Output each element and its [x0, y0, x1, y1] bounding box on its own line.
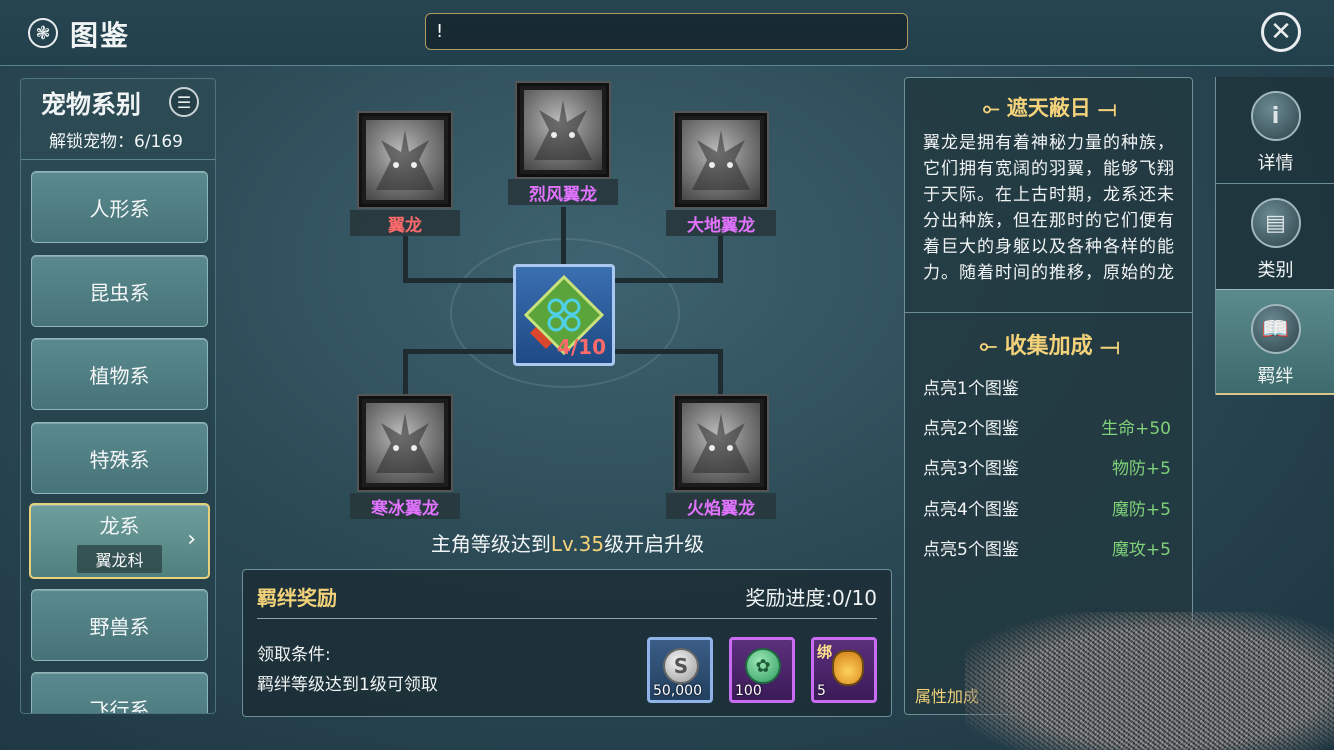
- condition-text: 羁绊等级达到1级可领取: [257, 675, 438, 695]
- pet-name: 火焰翼龙: [666, 493, 776, 519]
- bond-count: 4/10: [556, 335, 606, 359]
- reward-item-potion[interactable]: 绑 5: [811, 637, 877, 703]
- menu-icon: ☰: [176, 92, 192, 112]
- bonus-row: 点亮2个图鉴 生命+50: [923, 419, 1171, 439]
- bonus-row: 点亮5个图鉴 魔攻+5: [923, 540, 1171, 560]
- tab-details[interactable]: i 详情: [1216, 77, 1334, 183]
- pet-card[interactable]: [359, 396, 451, 490]
- pet-name: 寒冰翼龙: [350, 493, 460, 519]
- category-beast[interactable]: 野兽系: [31, 589, 208, 661]
- pet-card[interactable]: [675, 396, 767, 490]
- tab-label: 详情: [1257, 153, 1294, 174]
- bound-tag: 绑: [817, 643, 833, 661]
- chat-input[interactable]: !: [425, 13, 908, 50]
- bonus-row: 点亮4个图鉴 魔防+5: [923, 500, 1171, 520]
- tab-category[interactable]: ▤ 类别: [1216, 184, 1334, 290]
- reward-progress: 奖励进度:0/10: [745, 586, 877, 610]
- category-label: 特殊系: [89, 447, 150, 472]
- category-label: 龙系: [99, 513, 140, 538]
- reward-title: 羁绊奖励: [257, 586, 337, 610]
- sidebar-title: 宠物系别: [41, 90, 142, 119]
- sidebar-menu-button[interactable]: ☰: [169, 87, 199, 117]
- tab-label: 类别: [1257, 260, 1294, 281]
- noise-overlay: [965, 612, 1334, 750]
- category-label: 植物系: [89, 363, 150, 388]
- reward-item-silver[interactable]: S 50,000: [647, 637, 713, 703]
- divider: [21, 159, 215, 160]
- connector-line: [403, 235, 408, 283]
- category-sidebar: 宠物系别 ☰ 解锁宠物：6/169 人形系 昆虫系 植物系 特殊系 龙系 翼龙科…: [20, 78, 216, 714]
- paw-token-icon: ✿: [745, 648, 781, 684]
- category-special[interactable]: 特殊系: [31, 422, 208, 494]
- pet-tree: 翼龙 烈风翼龙 大地翼龙 寒冰翼龙 火焰翼龙 4/10 主角等级达到Lv.35级…: [240, 70, 895, 560]
- open-book-icon: 📖: [1250, 304, 1301, 354]
- dragon-portrait: [682, 120, 760, 200]
- category-label: 昆虫系: [89, 280, 150, 305]
- book-category-icon: ▤: [1250, 198, 1301, 248]
- close-icon: ✕: [1270, 17, 1292, 47]
- connector-line: [718, 235, 723, 283]
- emblem-icon: ❃: [28, 18, 58, 48]
- bonus-title: ⟜ 收集加成 ⟞: [979, 334, 1120, 359]
- connector-line: [718, 349, 723, 397]
- dragon-portrait: [366, 403, 444, 483]
- unlock-tip: 主角等级达到Lv.35级开启升级: [430, 532, 705, 556]
- tab-label: 羁绊: [1257, 366, 1294, 387]
- page-title: 图鉴: [70, 19, 131, 52]
- dragon-portrait: [366, 120, 444, 200]
- category-humanoid[interactable]: 人形系: [31, 171, 208, 243]
- pet-name: 烈风翼龙: [508, 179, 618, 205]
- category-flying[interactable]: 飞行系: [31, 672, 208, 714]
- tab-bond[interactable]: 📖 羁绊: [1216, 289, 1334, 395]
- category-label: 飞行系: [89, 697, 150, 714]
- category-label: 野兽系: [89, 614, 150, 639]
- category-insect[interactable]: 昆虫系: [31, 255, 208, 327]
- item-quantity: 50,000: [653, 683, 702, 699]
- category-plant[interactable]: 植物系: [31, 338, 208, 410]
- pet-card[interactable]: [517, 83, 609, 177]
- pet-title: ⟜ 遮天蔽日 ⟞: [982, 96, 1117, 120]
- pet-description[interactable]: 翼龙是拥有着神秘力量的种族，它们拥有宽阔的羽翼，能够飞翔于天际。在上古时期，龙系…: [923, 130, 1179, 300]
- chevron-right-icon: ›: [187, 527, 196, 552]
- dragon-portrait: [682, 403, 760, 483]
- right-tab-bar: i 详情 ▤ 类别 📖 羁绊: [1215, 77, 1334, 395]
- divider: [257, 618, 877, 619]
- connector-line: [561, 207, 566, 267]
- subcategory-tag: 翼龙科: [77, 544, 162, 573]
- divider: [905, 312, 1192, 313]
- pet-card[interactable]: [675, 113, 767, 207]
- category-dragon[interactable]: 龙系 翼龙科 ›: [29, 503, 210, 579]
- category-label: 人形系: [89, 196, 150, 221]
- bond-reward-panel: 羁绊奖励 奖励进度:0/10 领取条件: 羁绊等级达到1级可领取 S 50,00…: [242, 569, 892, 717]
- bonus-row: 点亮1个图鉴: [923, 379, 1019, 399]
- bond-book-card[interactable]: 4/10: [513, 264, 615, 366]
- item-quantity: 5: [817, 683, 826, 699]
- pet-name: 翼龙: [350, 210, 460, 236]
- silver-coin-icon: S: [663, 648, 699, 684]
- reward-item-token[interactable]: ✿ 100: [729, 637, 795, 703]
- item-quantity: 100: [735, 683, 762, 699]
- bonus-row: 点亮3个图鉴 物防+5: [923, 459, 1171, 479]
- dragon-portrait: [524, 90, 602, 170]
- connector-line: [403, 349, 408, 397]
- close-button[interactable]: ✕: [1261, 12, 1301, 52]
- potion-icon: [832, 650, 864, 686]
- pet-card[interactable]: [359, 113, 451, 207]
- top-bar: ❃ 图鉴 ! ✕: [0, 0, 1334, 66]
- info-icon: i: [1250, 91, 1301, 141]
- condition-label: 领取条件:: [257, 645, 331, 665]
- unlocked-count: 解锁宠物：6/169: [49, 132, 183, 152]
- pet-name: 大地翼龙: [666, 210, 776, 236]
